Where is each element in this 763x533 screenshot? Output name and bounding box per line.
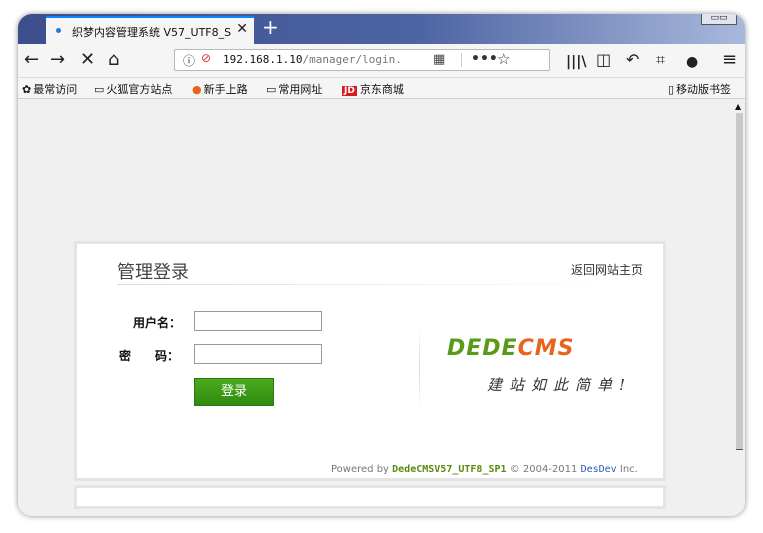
url-text[interactable]: 192.168.1.10/manager/login. [223,53,423,66]
forward-icon[interactable]: → [50,50,65,70]
scroll-up-icon[interactable]: ▲ [735,102,741,111]
logo-part-dede: DEDE [447,336,518,361]
powered-by-footer: Powered by DedeCMSV57_UTF8_SP1 © 2004-20… [331,464,638,475]
window-restore-icon[interactable]: ▭▭ [701,14,737,25]
scroll-thumb[interactable] [736,113,743,450]
slogan: 建站如此简单! [487,376,633,394]
insecure-connection-icon[interactable]: ⊘ [201,51,211,65]
bookmark-firefox-official[interactable]: ▭ 火狐官方站点 [94,81,172,97]
username-label: 用户名： [133,316,182,330]
jd-logo-icon: JD [342,86,357,96]
back-to-home-link[interactable]: 返回网站主页 [571,261,643,278]
footer-copyright: © 2004-2011 [506,464,581,475]
bookmark-common-sites[interactable]: ▭ 常用网址 [266,81,322,97]
navigation-bar: ← → ✕ ⌂ ⓘ ⊘ 192.168.1.10/manager/login. … [18,44,745,78]
tab-close-icon[interactable]: ✕ [236,21,248,37]
login-panel: 管理登录 返回网站主页 用户名： 密 码： 登录 DEDECMS 建站如此简单!… [74,241,666,481]
folder-icon: ▭ [266,83,277,96]
bookmark-label: 新手上路 [203,83,248,96]
bookmark-label: 火狐官方站点 [106,83,173,96]
footer-product[interactable]: DedeCMSV57_UTF8_SP1 [392,464,506,475]
mobile-icon: ▯ [668,83,675,96]
home-icon[interactable]: ⌂ [108,50,119,70]
sidebar-icon[interactable]: ◫ [596,50,611,70]
tab-bar: 织梦内容管理系统 V57_UTF8_SP1 ✕ + ▭▭ [18,14,745,44]
gear-icon: ✿ [22,83,32,96]
firefox-icon: ● [192,83,202,96]
bookmark-jd-mall[interactable]: JD 京东商城 [342,81,404,97]
username-input[interactable] [194,311,322,331]
title-divider [117,284,627,285]
logo-part-cms: CMS [517,336,575,361]
url-path: /manager/login. [302,53,402,66]
login-title: 管理登录 [117,262,189,283]
url-host: 192.168.1.10 [223,53,303,66]
bookmarks-toolbar: ✿ 最常访问 ▭ 火狐官方站点 ● 新手上路 ▭ 常用网址 JD 京东商城 ▯ 移动版书签 [18,78,745,99]
url-bar[interactable]: ⓘ ⊘ 192.168.1.10/manager/login. ▦ ••• ☆ [174,49,550,71]
footer-prefix: Powered by [331,464,393,475]
bookmark-label: 最常访问 [33,83,78,96]
bookmark-mobile[interactable]: ▯ 移动版书签 [668,81,731,97]
tab-title: 织梦内容管理系统 V57_UTF8_SP1 [72,26,232,39]
stop-icon[interactable]: ✕ [80,50,95,70]
folder-icon: ▭ [94,83,105,96]
bookmark-label: 移动版书签 [676,83,732,96]
tab-loading-icon [56,28,61,33]
password-input[interactable] [194,344,322,364]
bottom-panel [74,485,666,509]
info-icon[interactable]: ⓘ [183,52,195,69]
page-actions-icon[interactable]: ••• [471,51,498,67]
new-tab-button[interactable]: + [262,16,279,38]
menu-icon[interactable]: ≡ [722,50,737,70]
screenshot-crop-icon[interactable]: ⌗ [656,50,665,70]
bookmark-label: 京东商城 [359,83,404,96]
chat-icon[interactable]: ● [686,52,698,72]
tab-dedecms[interactable]: 织梦内容管理系统 V57_UTF8_SP1 ✕ [46,16,254,44]
bookmark-most-visited[interactable]: ✿ 最常访问 [22,81,77,97]
login-button[interactable]: 登录 [194,378,274,406]
footer-company[interactable]: DesDev [581,464,617,475]
footer-suffix: Inc. [616,464,638,475]
url-separator [461,53,462,67]
bookmark-star-icon[interactable]: ☆ [497,50,510,68]
vertical-scrollbar[interactable]: ▲ [734,99,745,516]
dedecms-logo: DEDECMS [447,336,574,361]
undo-icon[interactable]: ↶ [626,50,639,70]
password-label: 密 码： [119,349,180,363]
browser-window: 织梦内容管理系统 V57_UTF8_SP1 ✕ + ▭▭ ← → ✕ ⌂ ⓘ ⊘… [18,14,745,516]
bookmark-getting-started[interactable]: ● 新手上路 [192,81,248,97]
page-content: 管理登录 返回网站主页 用户名： 密 码： 登录 DEDECMS 建站如此简单!… [18,99,734,516]
vertical-divider [419,326,420,410]
back-icon[interactable]: ← [24,50,39,70]
library-icon[interactable]: |||\ [566,52,586,72]
qr-code-icon[interactable]: ▦ [433,52,445,67]
bookmark-label: 常用网址 [278,83,323,96]
